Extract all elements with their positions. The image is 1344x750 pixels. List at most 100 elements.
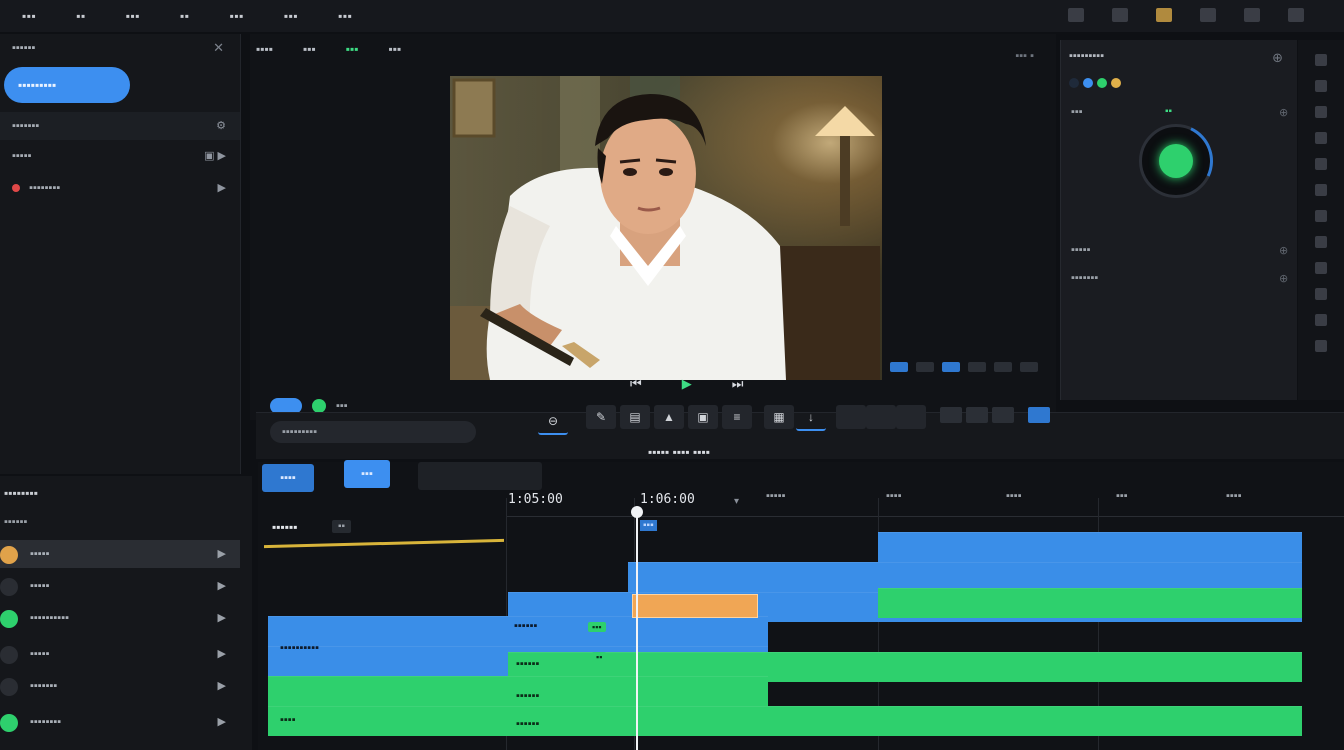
selection-tool-icon[interactable]: ⊖ <box>538 409 568 435</box>
toolbar-option-button[interactable] <box>1028 407 1050 423</box>
chevron-right-icon[interactable]: ▶ <box>218 640 226 668</box>
toolbar-option-button[interactable] <box>992 407 1014 423</box>
tool-icon[interactable] <box>1315 158 1327 170</box>
tool-icon[interactable] <box>1315 184 1327 196</box>
snap-tool-icon[interactable]: ▦ <box>764 405 794 429</box>
window-control-icon[interactable] <box>1112 8 1128 22</box>
tab-viewer-4[interactable]: ▪▪▪ <box>389 42 402 56</box>
link-tool-icon[interactable]: ↓ <box>796 405 826 431</box>
menu-item[interactable]: ▪▪▪ <box>22 9 36 23</box>
chevron-right-icon[interactable]: ▶ <box>218 672 226 700</box>
viewer-option-button[interactable] <box>994 362 1012 372</box>
timeline-search-input[interactable]: ▪▪▪▪▪▪▪▪▪ <box>270 421 476 443</box>
color-swatch[interactable] <box>1069 78 1079 88</box>
color-swatch[interactable] <box>1111 78 1121 88</box>
tab-viewer-1[interactable]: ▪▪▪▪ <box>256 42 273 56</box>
media-row[interactable]: ▪▪▪▪▪▪▪ ⚙ <box>0 112 240 140</box>
viewer-option-button[interactable] <box>942 362 960 372</box>
video-clip[interactable] <box>878 532 1302 562</box>
clip-badge: ▪▪▪ <box>588 622 606 632</box>
add-icon[interactable]: ⊕ <box>1279 272 1288 285</box>
color-wheel-knob[interactable] <box>1128 113 1224 209</box>
zoom-tool-icon[interactable] <box>836 405 866 429</box>
tool-icon[interactable] <box>1315 80 1327 92</box>
menu-item[interactable]: ▪▪▪ <box>284 9 298 23</box>
tool-icon[interactable] <box>1315 132 1327 144</box>
toolbar-option-button[interactable] <box>966 407 988 423</box>
tool-icon[interactable] <box>1315 288 1327 300</box>
tool-icon[interactable] <box>1315 54 1327 66</box>
media-row[interactable]: ▪▪▪▪▪▪▪▪ ▶ <box>0 174 240 202</box>
zoom-tool-icon[interactable] <box>866 405 896 429</box>
track-mode-button[interactable]: ▪▪▪▪ <box>262 464 314 492</box>
add-icon[interactable]: ⊕ <box>1279 244 1288 257</box>
window-control-icon[interactable] <box>1200 8 1216 22</box>
viewer-option-button[interactable] <box>916 362 934 372</box>
previous-frame-button[interactable]: ⏮ <box>630 376 642 392</box>
ruler-label: ▪▪▪▪ <box>1006 490 1022 502</box>
media-row-label: ▪▪▪▪▪ <box>12 150 32 162</box>
clip-label: ▪▪▪▪▪▪ <box>516 718 540 730</box>
add-icon[interactable]: ⊕ <box>1279 106 1288 119</box>
color-swatch[interactable] <box>1083 78 1093 88</box>
media-row[interactable]: ▪▪▪▪▪ ▣ ▶ <box>0 142 240 170</box>
selected-clip[interactable] <box>632 594 758 618</box>
color-swatch[interactable] <box>1097 78 1107 88</box>
window-control-icon[interactable] <box>1156 8 1172 22</box>
menu-item[interactable]: ▪▪▪ <box>230 9 244 23</box>
viewer-options[interactable]: ▪▪▪ ▪ <box>1015 50 1034 62</box>
slip-tool-icon[interactable]: ▣ <box>688 405 718 429</box>
ripple-tool-icon[interactable]: ≡ <box>722 405 752 429</box>
viewer-option-button[interactable] <box>1020 362 1038 372</box>
tool-icon[interactable] <box>1315 106 1327 118</box>
edit-toolbar: ▪▪▪▪▪▪▪▪▪ ⊖ ✎ ▤ ▲ ▣ ≡ ▦ ↓ ▪▪▪▪▪ ▪▪▪▪ ▪▪▪… <box>256 405 1344 459</box>
expand-arrow-icon[interactable]: ▶ <box>218 174 226 202</box>
playhead[interactable] <box>631 506 643 750</box>
zoom-tool-icon[interactable] <box>896 405 926 429</box>
tool-icon[interactable] <box>1315 236 1327 248</box>
menu-item[interactable]: ▪▪ <box>180 9 190 23</box>
trim-tool-icon[interactable]: ▤ <box>620 405 650 429</box>
playhead-handle[interactable] <box>631 506 643 518</box>
track-mode-button[interactable]: ▪▪▪ <box>344 460 390 488</box>
window-control-icon[interactable] <box>1244 8 1260 22</box>
marker-tool-icon[interactable]: ▲ <box>654 405 684 429</box>
play-button[interactable]: ▶ <box>682 376 692 392</box>
clip-label: ▪▪▪▪▪▪ <box>514 620 538 632</box>
menu-item[interactable]: ▪▪▪ <box>126 9 140 23</box>
toolbar-option-button[interactable] <box>940 407 962 423</box>
menu-item[interactable]: ▪▪▪ <box>338 9 352 23</box>
viewer-option-button[interactable] <box>968 362 986 372</box>
chevron-right-icon[interactable]: ▶ <box>218 604 226 632</box>
tool-icon[interactable] <box>1315 210 1327 222</box>
selected-media-item[interactable]: ▪▪▪▪▪▪▪▪▪ <box>4 67 130 103</box>
next-frame-button[interactable]: ⏭ <box>732 376 744 392</box>
add-icon[interactable]: ⊕ <box>1272 50 1283 66</box>
library-item[interactable]: ▪▪▪▪▪▪▪ ▶ <box>0 672 240 700</box>
chevron-right-icon[interactable]: ▶ <box>218 708 226 736</box>
viewer-option-button[interactable] <box>890 362 908 372</box>
window-control-icon[interactable] <box>1288 8 1304 22</box>
expand-arrow-icon[interactable]: ▣ ▶ <box>204 142 226 170</box>
window-control-icon[interactable] <box>1068 8 1084 22</box>
inspector-row: ▪▪▪ ⊕ <box>1071 106 1288 119</box>
tool-icon[interactable] <box>1315 262 1327 274</box>
library-item-label: ▪▪▪▪▪ <box>30 548 50 560</box>
blade-tool-icon[interactable]: ✎ <box>586 405 616 429</box>
close-icon[interactable]: ✕ <box>213 40 224 56</box>
library-item[interactable]: ▪▪▪▪▪ ▶ <box>0 572 240 600</box>
settings-icon[interactable]: ⚙ <box>216 112 226 140</box>
library-item[interactable]: ▪▪▪▪▪ ▶ <box>0 640 240 668</box>
tab-viewer-2[interactable]: ▪▪▪ <box>303 42 316 56</box>
chevron-right-icon[interactable]: ▶ <box>218 572 226 600</box>
menu-item[interactable]: ▪▪ <box>76 9 86 23</box>
tool-icon[interactable] <box>1315 340 1327 352</box>
library-item[interactable]: ▪▪▪▪▪ ▶ <box>0 540 240 568</box>
tab-viewer-3[interactable]: ▪▪▪ <box>346 42 359 56</box>
tool-icon[interactable] <box>1315 314 1327 326</box>
library-item[interactable]: ▪▪▪▪▪▪▪▪ ▶ <box>0 708 240 736</box>
chevron-right-icon[interactable]: ▶ <box>218 540 226 568</box>
audio-clip[interactable] <box>878 588 1302 618</box>
library-item[interactable]: ▪▪▪▪▪▪▪▪▪▪ ▶ <box>0 604 240 632</box>
audio-clip[interactable] <box>268 706 1302 736</box>
